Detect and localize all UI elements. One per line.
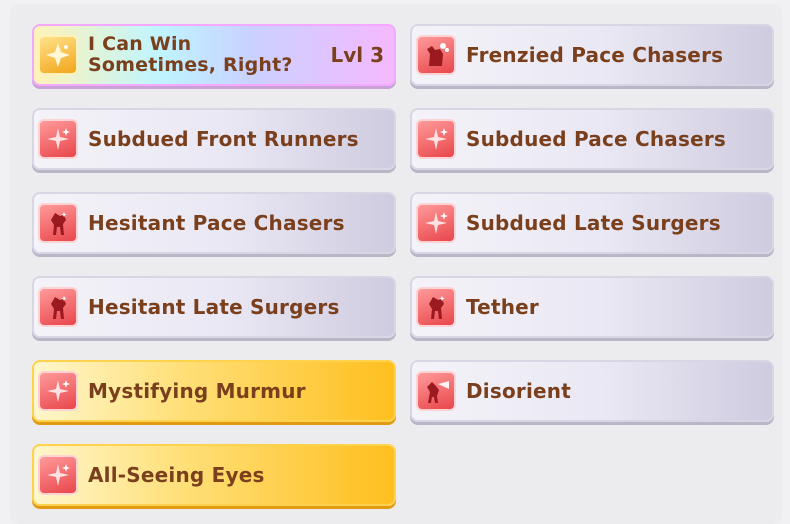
skill-label: Subdued Late Surgers [466,211,721,235]
skill-card-all-seeing-eyes[interactable]: All-Seeing Eyes [32,444,396,506]
skill-card-mystifying-murmur[interactable]: Mystifying Murmur [32,360,396,422]
skill-label: I Can Win Sometimes, Right? [88,33,293,76]
dizzy-horse-icon [416,371,456,411]
horse-silhouette-icon [416,287,456,327]
skill-label: Mystifying Murmur [88,379,306,403]
skill-card-subdued-late-surgers[interactable]: Subdued Late Surgers [410,192,774,254]
skill-card-tether[interactable]: Tether [410,276,774,338]
skill-level: Lvl 3 [330,43,384,67]
horse-silhouette-icon [38,203,78,243]
horse-silhouette-icon [38,287,78,327]
frenzied-horse-icon [416,35,456,75]
skill-label: Subdued Pace Chasers [466,127,727,151]
skills-panel: I Can Win Sometimes, Right? Lvl 3 Frenzi… [10,4,782,524]
skill-card-disorient[interactable]: Disorient [410,360,774,422]
skill-label: Hesitant Late Surgers [88,295,340,319]
skill-label: All-Seeing Eyes [88,463,265,487]
golden-sparkle-icon [38,35,78,75]
skill-label: Tether [466,295,539,319]
skill-label: Subdued Front Runners [88,127,359,151]
skill-card-subdued-front-runners[interactable]: Subdued Front Runners [32,108,396,170]
sparkle-icon [38,455,78,495]
skill-label: Frenzied Pace Chasers [466,43,724,67]
skill-card-hesitant-pace-chasers[interactable]: Hesitant Pace Chasers [32,192,396,254]
skill-card-hesitant-late-surgers[interactable]: Hesitant Late Surgers [32,276,396,338]
skill-label: Disorient [466,379,571,403]
sparkle-icon [416,203,456,243]
skill-card-i-can-win-sometimes[interactable]: I Can Win Sometimes, Right? Lvl 3 [32,24,396,86]
skill-card-subdued-pace-chasers[interactable]: Subdued Pace Chasers [410,108,774,170]
skill-grid: I Can Win Sometimes, Right? Lvl 3 Frenzi… [32,24,774,506]
skill-label: Hesitant Pace Chasers [88,211,345,235]
sparkle-icon [38,371,78,411]
skill-card-frenzied-pace-chasers[interactable]: Frenzied Pace Chasers [410,24,774,86]
sparkle-icon [416,119,456,159]
sparkle-icon [38,119,78,159]
